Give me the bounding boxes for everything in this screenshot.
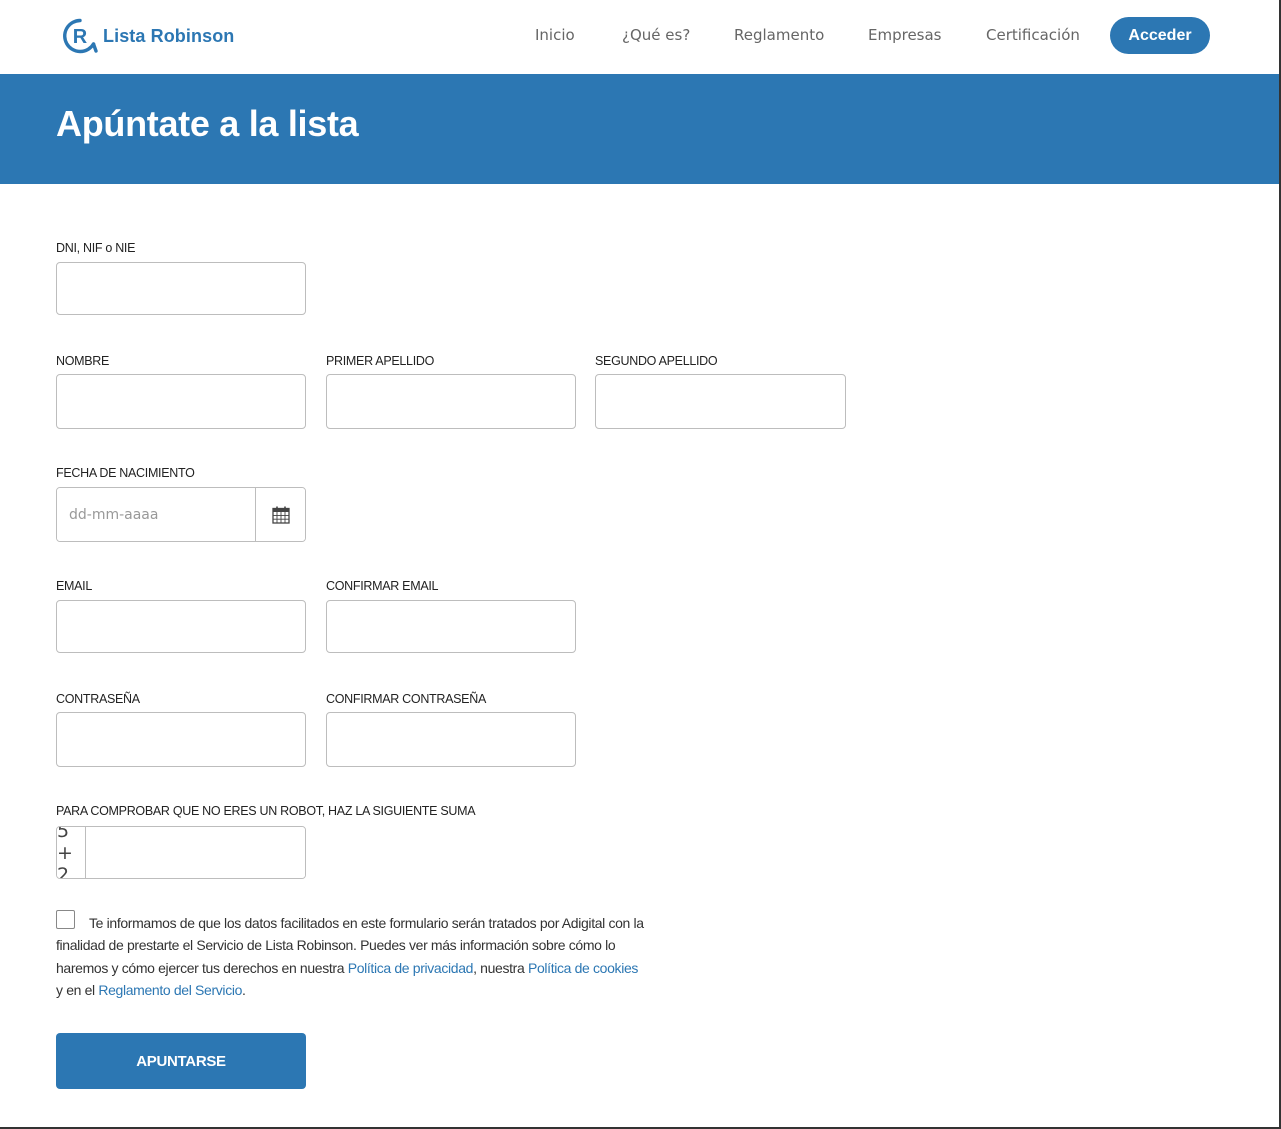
service-rules-link[interactable]: Reglamento del Servicio (98, 982, 242, 998)
primer-apellido-label: PRIMER APELLIDO (326, 354, 435, 368)
consent-text: Te informamos de que los datos facilitad… (56, 912, 646, 1001)
svg-text:R: R (73, 26, 88, 48)
login-button[interactable]: Acceder (1110, 17, 1210, 54)
email-label: EMAIL (56, 579, 93, 593)
calendar-icon (271, 506, 290, 524)
site-header: R Lista Robinson Inicio ¿Qué es? Reglame… (0, 0, 1281, 74)
nav-link-inicio[interactable]: Inicio (535, 26, 575, 44)
contrasena-label: CONTRASEÑA (56, 692, 140, 706)
submit-button[interactable]: APUNTARSE (56, 1033, 306, 1089)
fecha-nacimiento-group (56, 487, 306, 542)
nav-link-certificacion[interactable]: Certificación (986, 26, 1080, 44)
nombre-input[interactable] (56, 374, 306, 429)
confirmar-contrasena-input[interactable] (326, 712, 576, 767)
confirmar-contrasena-label: CONFIRMAR CONTRASEÑA (326, 692, 486, 706)
nav-link-empresas[interactable]: Empresas (868, 26, 942, 44)
captcha-group: 5 + 2 (56, 826, 306, 879)
primer-apellido-input[interactable] (326, 374, 576, 429)
captcha-input[interactable] (86, 827, 305, 878)
page-banner: Apúntate a la lista (0, 74, 1281, 184)
nombre-label: NOMBRE (56, 354, 110, 368)
dni-label: DNI, NIF o NIE (56, 241, 136, 255)
brand-logo[interactable]: R Lista Robinson (62, 18, 234, 54)
brand-name: Lista Robinson (103, 25, 235, 46)
nav-link-reglamento[interactable]: Reglamento (734, 26, 824, 44)
fecha-nacimiento-input[interactable] (57, 488, 255, 541)
calendar-button[interactable] (255, 488, 305, 541)
fecha-nacimiento-label: FECHA DE NACIMIENTO (56, 466, 195, 480)
captcha-question: 5 + 2 (57, 827, 86, 878)
nav-link-que-es[interactable]: ¿Qué es? (622, 26, 690, 44)
segundo-apellido-input[interactable] (595, 374, 846, 429)
consent-text-part: . (242, 981, 246, 998)
segundo-apellido-label: SEGUNDO APELLIDO (595, 354, 718, 368)
contrasena-input[interactable] (56, 712, 306, 767)
confirmar-email-label: CONFIRMAR EMAIL (326, 579, 439, 593)
confirmar-email-input[interactable] (326, 600, 576, 653)
cookies-policy-link[interactable]: Política de cookies (528, 960, 638, 976)
logo-r-icon: R (63, 18, 98, 54)
page-title: Apúntate a la lista (56, 103, 359, 144)
consent-text-part: y en el (56, 981, 99, 998)
dni-input[interactable] (56, 262, 306, 315)
consent-text-part: , nuestra (473, 959, 528, 976)
privacy-policy-link[interactable]: Política de privacidad (348, 960, 474, 976)
email-input[interactable] (56, 600, 306, 653)
captcha-label: PARA COMPROBAR QUE NO ERES UN ROBOT, HAZ… (56, 804, 476, 818)
